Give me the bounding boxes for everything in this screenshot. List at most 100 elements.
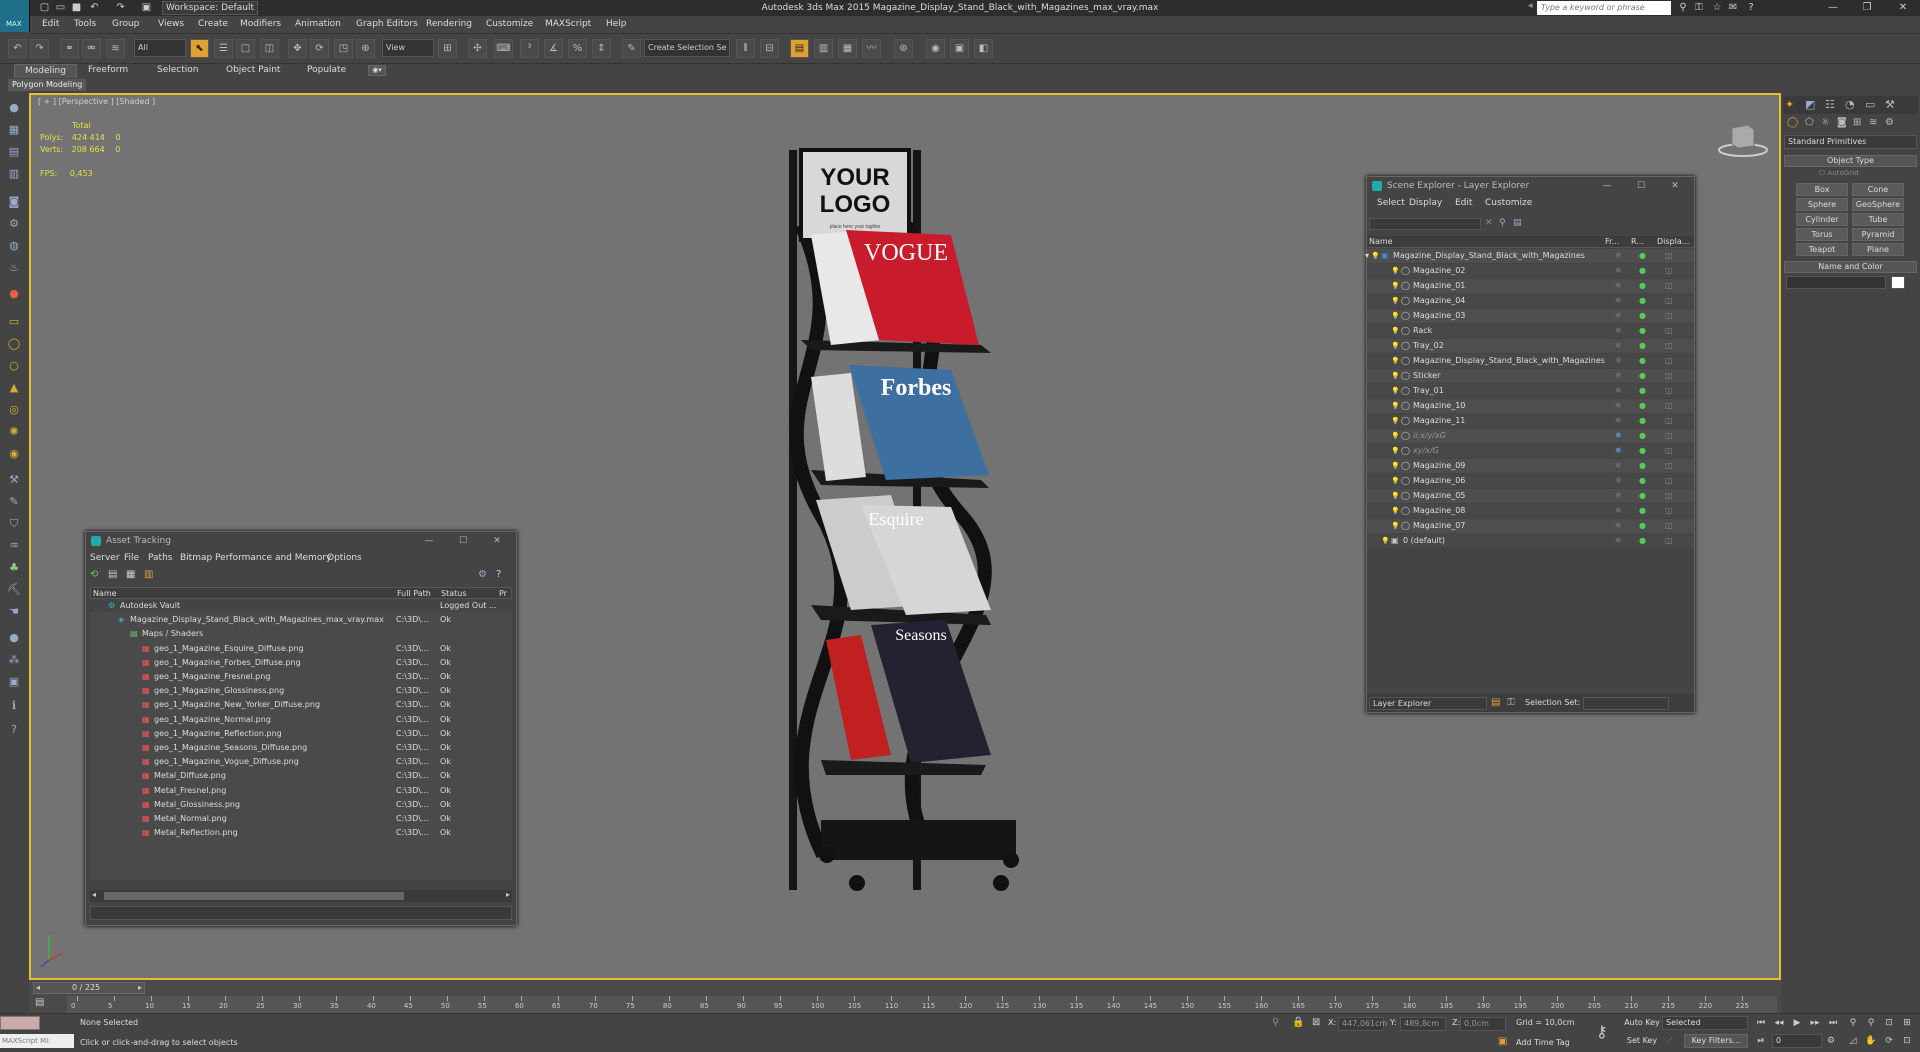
menu-customize[interactable]: Customize (486, 19, 533, 29)
object-type-rollout[interactable]: Object Type (1784, 155, 1917, 167)
menu-bitmap-performance[interactable]: Bitmap Performance and Memory (180, 553, 331, 563)
scene-search-input[interactable] (1369, 218, 1481, 230)
scene-object-row[interactable]: 💡 ◯ Magazine_06 ❄ ● ◫ (1367, 474, 1694, 488)
rotate-icon[interactable]: ⟳ (310, 39, 329, 58)
renderable-icon[interactable]: ● (1639, 249, 1646, 263)
menu-server[interactable]: Server (90, 553, 120, 563)
hair-icon[interactable]: ♒ (5, 537, 23, 555)
helpers-icon[interactable]: ⊞ (1853, 117, 1861, 128)
renderable-icon[interactable]: ● (1639, 264, 1646, 278)
layer-toggle-icon[interactable]: ▤ (1513, 218, 1522, 228)
tab-modeling[interactable]: Modeling (14, 64, 77, 78)
prev-frame-icon[interactable]: ◂◂ (1772, 1016, 1786, 1030)
display-mode-icon[interactable]: ◫ (1665, 459, 1673, 473)
vault-icon[interactable]: ⚙ (478, 569, 487, 580)
display-mode-icon[interactable]: ◫ (1665, 369, 1673, 383)
table-view-icon[interactable]: ▥ (144, 569, 153, 580)
freeze-icon[interactable]: ❄ (1615, 369, 1622, 383)
display-mode-icon[interactable]: ◫ (1665, 519, 1673, 533)
renderable-icon[interactable]: ● (1639, 519, 1646, 533)
magazine-stand-model[interactable]: YOUR LOGO place here your tagline VOGUE … (789, 148, 1019, 891)
visibility-bulb-icon[interactable]: 💡 (1391, 264, 1400, 278)
tube-icon[interactable]: ◎ (5, 401, 23, 419)
visibility-bulb-icon[interactable]: 💡 (1391, 504, 1400, 518)
display-mode-icon[interactable]: ◫ (1665, 384, 1673, 398)
selection-filter-dropdown[interactable]: All (134, 39, 186, 57)
display-mode-icon[interactable]: ◫ (1665, 264, 1673, 278)
freeze-icon[interactable]: ❄ (1615, 354, 1622, 368)
binoculars-icon[interactable]: ⚲ (1676, 1, 1690, 15)
freeze-icon[interactable]: ❄ (1615, 534, 1622, 548)
percent-snap-icon[interactable]: % (568, 39, 587, 58)
renderable-icon[interactable]: ● (1639, 339, 1646, 353)
time-tag-icon[interactable]: ▣ (1498, 1036, 1507, 1047)
frame-icon[interactable]: ▣ (5, 673, 23, 691)
render-frame-icon[interactable]: ◧ (974, 39, 993, 58)
freeze-icon[interactable]: ❄ (1615, 384, 1622, 398)
select-manipulate-icon[interactable]: ✣ (468, 39, 487, 58)
grid-icon[interactable]: ▥ (5, 165, 23, 183)
menu-maxscript[interactable]: MAXScript (545, 19, 591, 29)
display-mode-icon[interactable]: ◫ (1665, 444, 1673, 458)
workspace-dropdown[interactable]: Workspace: Default (162, 1, 258, 15)
col-render[interactable]: R... (1631, 237, 1644, 246)
menu-customize[interactable]: Customize (1485, 198, 1532, 208)
edit-named-selection-icon[interactable]: ✎ (622, 39, 641, 58)
viewport-label[interactable]: [ + ] [Perspective ] [Shaded ] (38, 97, 155, 106)
tab-selection[interactable]: Selection (157, 65, 198, 75)
torus-button[interactable]: Torus (1796, 228, 1848, 241)
y-coordinate-input[interactable]: 489,8cm (1400, 1017, 1446, 1031)
polygon-modeling-panel[interactable]: Polygon Modeling (8, 79, 87, 91)
col-proxy[interactable]: Pr (499, 589, 507, 598)
x-coordinate-input[interactable]: 447,061cm (1338, 1017, 1387, 1031)
scene-explorer-icon[interactable]: ▤ (790, 39, 809, 58)
undo-icon[interactable]: ↶ (88, 1, 101, 14)
col-status[interactable]: Status (441, 589, 467, 598)
viewcube[interactable] (1718, 120, 1768, 160)
geosphere-icon[interactable]: ○ (5, 357, 23, 375)
align-icon[interactable]: ⊟ (760, 39, 779, 58)
restore-icon[interactable]: ❐ (1853, 0, 1881, 16)
display-mode-icon[interactable]: ◫ (1665, 339, 1673, 353)
freeze-icon[interactable]: ❄ (1615, 309, 1622, 323)
selection-set-dropdown[interactable] (1583, 697, 1669, 710)
renderable-icon[interactable]: ● (1639, 459, 1646, 473)
col-full-path[interactable]: Full Path (397, 589, 431, 598)
asset-row[interactable]: ▦ Metal_Fresnel.png C:\3D\... Ok (90, 784, 512, 798)
help-icon[interactable]: ? (1744, 1, 1758, 15)
scroll-left-icon[interactable]: ◂ (92, 890, 96, 899)
geosphere-button[interactable]: GeoSphere (1852, 198, 1904, 211)
hammer-icon[interactable]: ⚒ (5, 471, 23, 489)
systems-icon[interactable]: ⚙ (1885, 117, 1894, 128)
add-time-tag[interactable]: Add Time Tag (1516, 1038, 1570, 1047)
zoom-all-icon[interactable]: ⚲ (1864, 1016, 1878, 1030)
bind-space-warp-icon[interactable]: ≋ (106, 39, 125, 58)
asset-row[interactable]: ▦ geo_1_Magazine_Esquire_Diffuse.png C:\3D… (90, 642, 512, 656)
freeze-icon[interactable]: ❄ (1615, 444, 1622, 458)
subscription-icon[interactable]: ⚿ (1692, 1, 1706, 15)
freeze-icon[interactable]: ❄ (1615, 429, 1622, 443)
asset-row[interactable]: ▦ Metal_Reflection.png C:\3D\... Ok (90, 826, 512, 840)
time-config-icon[interactable]: ⚙ (1824, 1034, 1838, 1048)
particles-icon[interactable]: ⁂ (5, 651, 23, 669)
renderable-icon[interactable]: ● (1639, 504, 1646, 518)
asset-row[interactable]: ▦ Metal_Diffuse.png C:\3D\... Ok (90, 769, 512, 783)
tab-object-paint[interactable]: Object Paint (226, 65, 280, 75)
maximize-icon[interactable]: ☐ (446, 532, 480, 550)
close-icon[interactable]: ✕ (480, 532, 514, 550)
menu-modifiers[interactable]: Modifiers (240, 19, 281, 29)
paint-icon[interactable]: ✎ (5, 493, 23, 511)
sphere-button[interactable]: Sphere (1796, 198, 1848, 211)
asset-row[interactable]: ▦ geo_1_Magazine_Vogue_Diffuse.png C:\3D\.… (90, 755, 512, 769)
asset-row[interactable]: ▦ geo_1_Magazine_New_Yorker_Diffuse.png C:… (90, 698, 512, 712)
renderable-icon[interactable]: ● (1639, 324, 1646, 338)
freeze-icon[interactable]: ❄ (1615, 414, 1622, 428)
visibility-bulb-icon[interactable]: 💡 (1371, 249, 1380, 263)
display-mode-icon[interactable]: ◫ (1665, 399, 1673, 413)
scene-object-row[interactable]: 💡 ◯ Magazine_03 ❄ ● ◫ (1367, 309, 1694, 323)
scrollbar-thumb[interactable] (104, 892, 404, 900)
maximize-icon[interactable]: ☐ (1624, 177, 1658, 195)
select-object-icon[interactable]: ⬉ (190, 39, 209, 58)
lock-selection-icon[interactable]: 🔒 (1292, 1017, 1304, 1028)
menu-graph-editors[interactable]: Graph Editors (356, 19, 418, 29)
